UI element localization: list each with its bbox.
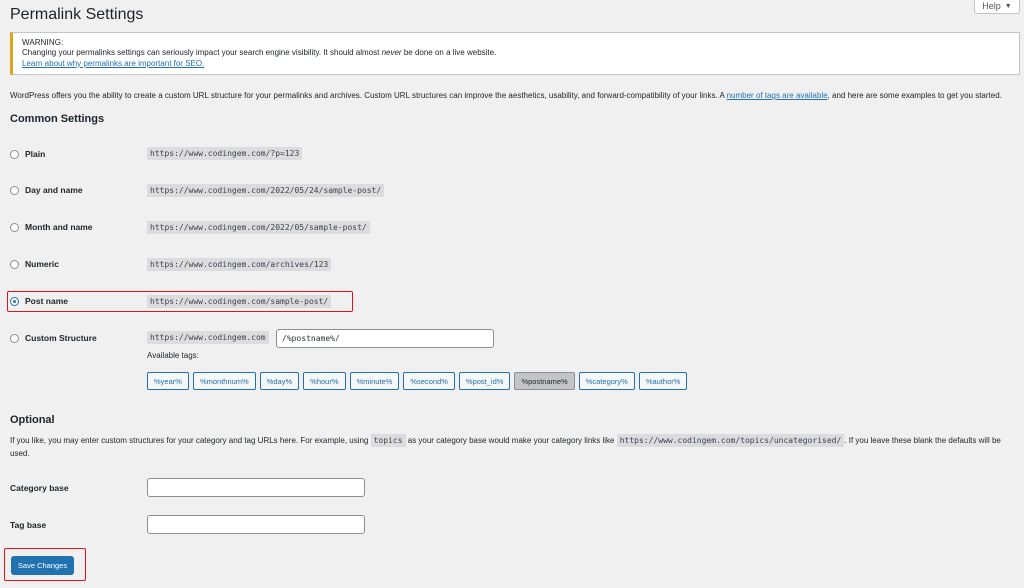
option-post-name[interactable]: Post name [10, 294, 68, 308]
option-plain[interactable]: Plain [10, 147, 45, 161]
warning-notice: WARNING: Changing your permalinks settin… [10, 32, 1020, 75]
radio-post-name[interactable] [10, 296, 19, 306]
tag-button-monthnum[interactable]: %monthnum% [192, 372, 256, 390]
tag-button-postname[interactable]: %postname% [514, 372, 575, 390]
inline-code-topics: topics [370, 434, 406, 447]
tag-button-year[interactable]: %year% [147, 372, 189, 390]
tag-button-minute[interactable]: %minute% [349, 372, 400, 390]
radio-day-and-name[interactable] [10, 185, 19, 195]
option-numeric[interactable]: Numeric [10, 257, 59, 271]
radio-custom-structure[interactable] [10, 333, 19, 343]
example-url-month-and-name: https://www.codingem.com/2022/05/sample-… [147, 221, 370, 234]
radio-numeric[interactable] [10, 259, 19, 269]
category-base-label: Category base [10, 483, 69, 493]
category-base-input[interactable] [147, 478, 365, 497]
help-label: Help [982, 1, 1001, 11]
option-label[interactable]: Plain [25, 149, 45, 159]
tag-base-label: Tag base [10, 520, 47, 530]
option-label[interactable]: Post name [25, 296, 68, 306]
example-url-plain: https://www.codingem.com/?p=123 [147, 147, 303, 160]
tag-base-input[interactable] [147, 515, 365, 534]
help-tab-button[interactable]: Help ▼ [974, 0, 1020, 14]
intro-text: WordPress offers you the ability to crea… [10, 91, 1002, 100]
inline-code-category-url: https://www.codingem.com/topics/uncatego… [616, 434, 845, 447]
option-label[interactable]: Numeric [25, 259, 59, 269]
optional-description: If you like, you may enter custom struct… [10, 434, 1001, 458]
tag-button-author[interactable]: %author% [638, 372, 688, 390]
caret-down-icon: ▼ [1004, 2, 1012, 10]
available-tags-list: %year% %monthnum% %day% %hour% %minute% … [147, 372, 688, 390]
option-label[interactable]: Day and name [25, 185, 83, 195]
radio-plain[interactable] [10, 149, 19, 159]
save-changes-button[interactable]: Save Changes [11, 556, 74, 575]
option-month-and-name[interactable]: Month and name [10, 220, 93, 234]
radio-month-and-name[interactable] [10, 222, 19, 232]
available-tags-label: Available tags: [147, 351, 199, 360]
optional-heading: Optional [10, 414, 55, 426]
tag-button-category[interactable]: %category% [578, 372, 635, 390]
option-day-and-name[interactable]: Day and name [10, 183, 83, 197]
seo-permalinks-link[interactable]: Learn about why permalinks are important… [22, 59, 204, 68]
custom-structure-base-url: https://www.codingem.com [147, 331, 269, 344]
tag-button-post-id[interactable]: %post_id% [458, 372, 511, 390]
option-custom-structure[interactable]: Custom Structure [10, 331, 97, 345]
notice-text: Changing your permalinks settings can se… [22, 48, 497, 58]
available-tags-link[interactable]: number of tags are available [727, 91, 828, 100]
tag-button-hour[interactable]: %hour% [303, 372, 346, 390]
notice-title: WARNING: [22, 38, 64, 47]
common-settings-heading: Common Settings [10, 113, 105, 125]
example-url-numeric: https://www.codingem.com/archives/123 [147, 258, 332, 271]
example-url-day-and-name: https://www.codingem.com/2022/05/24/samp… [147, 184, 385, 197]
option-label[interactable]: Month and name [25, 222, 93, 232]
option-label[interactable]: Custom Structure [25, 333, 97, 343]
tag-button-day[interactable]: %day% [259, 372, 300, 390]
custom-structure-input[interactable]: /%postname%/ [276, 329, 494, 348]
tag-button-second[interactable]: %second% [403, 372, 455, 390]
page-title: Permalink Settings [10, 6, 144, 23]
example-url-post-name: https://www.codingem.com/sample-post/ [147, 295, 332, 308]
